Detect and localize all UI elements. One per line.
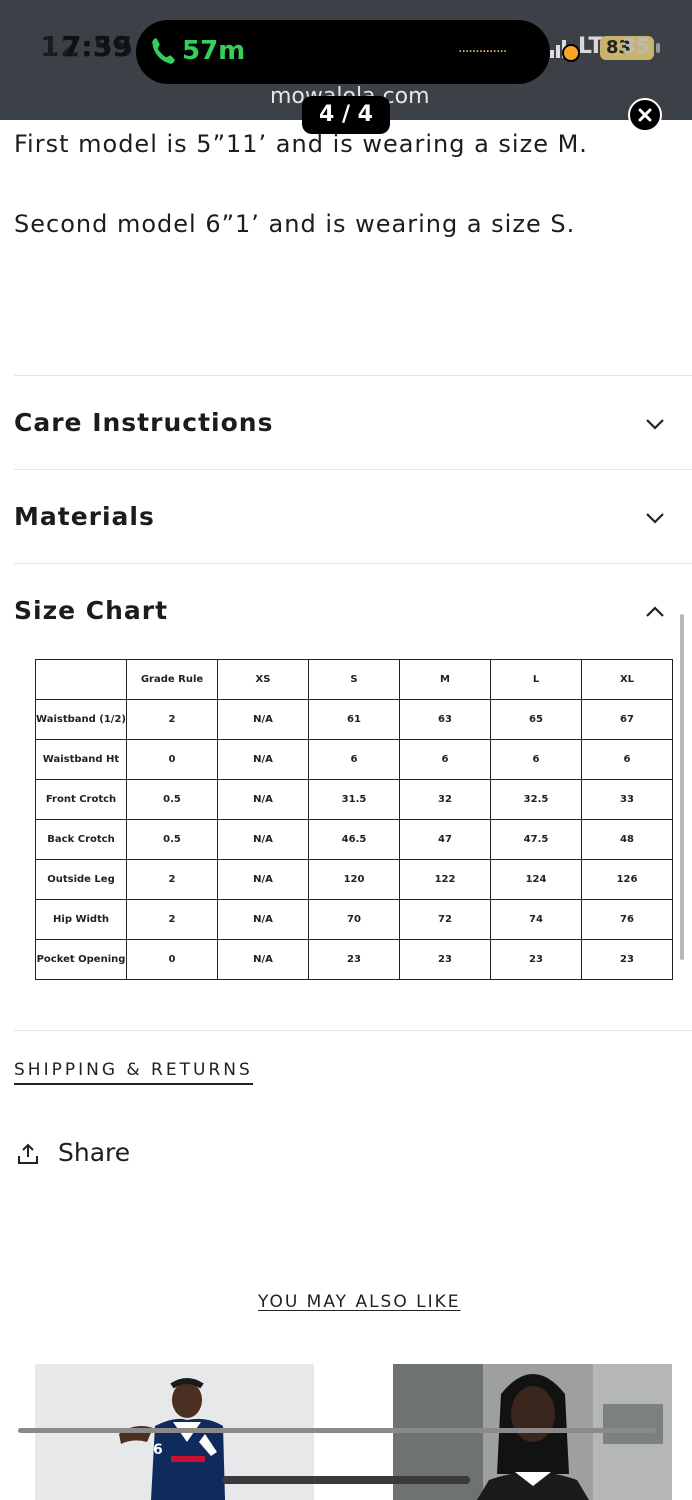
header-cell: L [490, 659, 582, 700]
table-cell: N/A [217, 699, 309, 740]
table-cell: 2 [126, 859, 218, 900]
table-cell: 65 [490, 699, 582, 740]
header-cell: M [399, 659, 491, 700]
table-cell: 0.5 [126, 779, 218, 820]
divider [14, 1030, 692, 1031]
chevron-down-icon[interactable] [644, 511, 666, 525]
model-info-line-1: First model is 5”11’ and is wearing a si… [14, 130, 588, 158]
table-cell: 122 [399, 859, 491, 900]
accordion-materials[interactable]: Materials [14, 502, 155, 531]
table-row: Back Crotch 0.5 N/A 46.5 47 47.5 48 [35, 819, 673, 860]
table-cell: 2 [126, 899, 218, 940]
chevron-down-icon[interactable] [644, 417, 666, 431]
table-cell: 23 [308, 939, 400, 980]
table-cell: 61 [308, 699, 400, 740]
row-label: Hip Width [35, 899, 127, 940]
call-duration: 57m [182, 36, 246, 66]
header-cell [35, 659, 127, 700]
table-cell: 6 [308, 739, 400, 780]
phone-icon [152, 38, 175, 64]
table-cell: 2 [126, 699, 218, 740]
table-cell: 32 [399, 779, 491, 820]
shipping-returns-link[interactable]: SHIPPING & RETURNS [14, 1060, 253, 1085]
table-cell: N/A [217, 779, 309, 820]
table-cell: 47.5 [490, 819, 582, 860]
model-info-line-2: Second model 6”1’ and is wearing a size … [14, 210, 576, 238]
table-cell: 0 [126, 939, 218, 980]
accordion-size-chart[interactable]: Size Chart [14, 596, 168, 625]
table-cell: 63 [399, 699, 491, 740]
table-cell: 31.5 [308, 779, 400, 820]
table-cell: 23 [581, 939, 673, 980]
page-indicator: 4 / 4 [302, 96, 390, 134]
table-cell: N/A [217, 739, 309, 780]
share-icon[interactable] [16, 1142, 40, 1166]
table-header-row: Grade Rule XS S M L XL [35, 659, 673, 700]
table-cell: 32.5 [490, 779, 582, 820]
table-cell: 74 [490, 899, 582, 940]
vertical-scrollbar[interactable] [680, 614, 684, 960]
close-button[interactable] [628, 98, 662, 132]
table-row: Outside Leg 2 N/A 120 122 124 126 [35, 859, 673, 900]
table-cell: 0 [126, 739, 218, 780]
divider [14, 469, 692, 470]
divider [14, 563, 692, 564]
media-scrubber[interactable] [18, 1428, 656, 1433]
table-row: Hip Width 2 N/A 70 72 74 76 [35, 899, 673, 940]
header-cell: XS [217, 659, 309, 700]
table-cell: 33 [581, 779, 673, 820]
table-cell: 124 [490, 859, 582, 900]
row-label: Outside Leg [35, 859, 127, 900]
size-chart-table: Grade Rule XS S M L XL Waistband (1/2) 2… [35, 659, 673, 980]
table-cell: 120 [308, 859, 400, 900]
table-cell: N/A [217, 859, 309, 900]
row-label: Waistband Ht [35, 739, 127, 780]
table-cell: 67 [581, 699, 673, 740]
table-row: Front Crotch 0.5 N/A 31.5 32 32.5 33 [35, 779, 673, 820]
table-row: Pocket Opening 0 N/A 23 23 23 23 [35, 939, 673, 980]
table-cell: 72 [399, 899, 491, 940]
table-row: Waistband Ht 0 N/A 6 6 6 6 [35, 739, 673, 780]
table-cell: 6 [581, 739, 673, 780]
row-label: Back Crotch [35, 819, 127, 860]
table-cell: 126 [581, 859, 673, 900]
close-icon [638, 108, 652, 122]
share-button[interactable]: Share [58, 1138, 130, 1167]
audio-indicator: .............. [458, 40, 507, 56]
table-cell: 6 [399, 739, 491, 780]
you-may-also-like-heading: YOU MAY ALSO LIKE [258, 1292, 461, 1312]
table-cell: N/A [217, 819, 309, 860]
header-cell: Grade Rule [126, 659, 218, 700]
row-label: Pocket Opening [35, 939, 127, 980]
header-cell: XL [581, 659, 673, 700]
divider [14, 375, 692, 376]
table-cell: 23 [399, 939, 491, 980]
shirt-number: 6 [153, 1442, 163, 1458]
home-indicator[interactable] [222, 1476, 470, 1484]
table-cell: 0.5 [126, 819, 218, 860]
table-cell: N/A [217, 899, 309, 940]
table-cell: 76 [581, 899, 673, 940]
battery-level-ghost: 35 [622, 34, 650, 58]
table-cell: 23 [490, 939, 582, 980]
chevron-up-icon[interactable] [644, 605, 666, 619]
battery-tip [656, 43, 660, 53]
row-label: Waistband (1/2) [35, 699, 127, 740]
table-cell: 47 [399, 819, 491, 860]
accordion-care-instructions[interactable]: Care Instructions [14, 408, 273, 437]
table-cell: 46.5 [308, 819, 400, 860]
table-cell: 70 [308, 899, 400, 940]
table-row: Waistband (1/2) 2 N/A 61 63 65 67 [35, 699, 673, 740]
table-cell: 48 [581, 819, 673, 860]
table-cell: N/A [217, 939, 309, 980]
row-label: Front Crotch [35, 779, 127, 820]
status-time: 7:39 [62, 30, 132, 63]
table-cell: 6 [490, 739, 582, 780]
header-cell: S [308, 659, 400, 700]
